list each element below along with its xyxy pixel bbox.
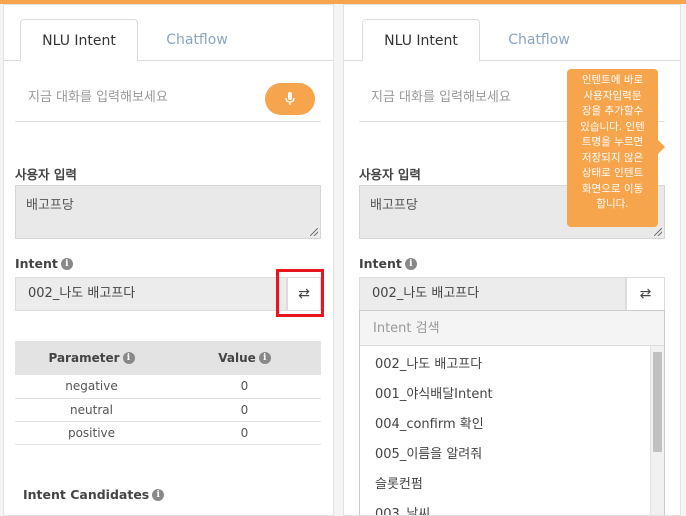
- tooltip-arrow: [658, 140, 665, 154]
- tooltip-line: 있습니다. 인텐: [580, 120, 645, 133]
- chat-input[interactable]: 지금 대화를 입력해보세요: [371, 81, 571, 115]
- tooltip-line: 저장되지 않은: [581, 151, 644, 164]
- info-icon: i: [152, 489, 165, 501]
- intent-search-input[interactable]: Intent 검색: [360, 311, 664, 346]
- highlight-box: [276, 269, 324, 317]
- tab-bar: NLU Intent Chatflow: [4, 19, 333, 62]
- intent-label-text: Intent: [359, 256, 402, 271]
- tab-nlu-intent[interactable]: NLU Intent: [20, 19, 138, 62]
- tooltip-line: 합니다.: [596, 198, 629, 210]
- intent-label: Intent i: [359, 256, 417, 271]
- user-input-textarea[interactable]: 배고프당: [15, 185, 321, 239]
- divider: [15, 121, 321, 122]
- resize-grip[interactable]: [654, 228, 662, 236]
- intent-select[interactable]: 002_나도 배고프다: [15, 277, 287, 311]
- info-icon: i: [60, 258, 73, 270]
- intent-select[interactable]: 002_나도 배고프다: [359, 277, 626, 311]
- left-panel: NLU Intent Chatflow 지금 대화를 입력해보세요 사용자 입력…: [3, 4, 334, 516]
- tooltip-line: 인텐트에 바로: [581, 74, 644, 86]
- intent-candidates-label: Intent Candidates i: [23, 487, 165, 502]
- param-value: 0: [168, 421, 321, 445]
- intent-label: Intent i: [15, 256, 73, 271]
- tooltip-line: 상태로 인텐트: [581, 167, 644, 179]
- tooltip-line: 장을 추가할수: [581, 105, 644, 117]
- tab-nlu-intent[interactable]: NLU Intent: [362, 19, 480, 62]
- user-input-label: 사용자 입력: [15, 167, 77, 182]
- intent-candidates-text: Intent Candidates: [23, 487, 150, 502]
- value-header-text: Value: [218, 351, 256, 365]
- intent-label-text: Intent: [15, 256, 58, 271]
- swap-arrows-icon: ⇄: [639, 286, 652, 302]
- parameter-header: Parameter i: [15, 341, 168, 375]
- tab-chatflow[interactable]: Chatflow: [480, 19, 598, 61]
- scrollbar[interactable]: [650, 346, 664, 515]
- intent-dropdown: Intent 검색 002_나도 배고프다 001_야식배달Intent 004…: [359, 310, 665, 515]
- tooltip-line: 트명을 누르면: [581, 136, 644, 148]
- param-value: 0: [168, 398, 321, 422]
- user-input-label: 사용자 입력: [359, 167, 421, 182]
- tooltip-line: 사용자입력문: [583, 89, 642, 102]
- list-item[interactable]: 슬롯컨펌: [375, 470, 423, 500]
- chat-input[interactable]: 지금 대화를 입력해보세요: [28, 81, 248, 115]
- param-name: negative: [15, 375, 168, 399]
- scrollbar-thumb[interactable]: [653, 352, 662, 452]
- list-item[interactable]: 001_야식배달Intent: [375, 380, 493, 410]
- list-item[interactable]: 003_날씨: [375, 500, 430, 515]
- resize-grip[interactable]: [310, 228, 318, 236]
- tooltip-line: 화면으로 이동: [581, 182, 644, 195]
- mic-button[interactable]: [265, 83, 315, 115]
- parameter-table: Parameter i Value i negative 0 neutral 0 p…: [15, 341, 321, 445]
- param-name: neutral: [15, 398, 168, 422]
- tooltip: 인텐트에 바로 사용자입력문 장을 추가할수 있습니다. 인텐 트명을 누르면 …: [567, 69, 658, 227]
- list-item[interactable]: 005_이름을 알려줘: [375, 440, 482, 470]
- parameter-header-text: Parameter: [48, 351, 120, 365]
- param-value: 0: [168, 375, 321, 399]
- info-icon: i: [258, 352, 271, 364]
- info-icon: i: [404, 258, 417, 270]
- table-row: negative 0: [15, 375, 321, 399]
- swap-button[interactable]: ⇄: [626, 277, 665, 311]
- microphone-icon: [285, 92, 295, 105]
- user-input-value: 배고프당: [26, 198, 74, 213]
- list-item[interactable]: 002_나도 배고프다: [375, 350, 482, 380]
- info-icon: i: [122, 352, 135, 364]
- list-item[interactable]: 004_confirm 확인: [375, 410, 484, 440]
- user-input-value: 배고프당: [370, 198, 418, 213]
- table-row: positive 0: [15, 421, 321, 445]
- tab-chatflow[interactable]: Chatflow: [138, 19, 256, 61]
- table-row: neutral 0: [15, 398, 321, 422]
- param-name: positive: [15, 421, 168, 445]
- tab-bar: NLU Intent Chatflow: [344, 19, 680, 62]
- value-header: Value i: [168, 341, 321, 375]
